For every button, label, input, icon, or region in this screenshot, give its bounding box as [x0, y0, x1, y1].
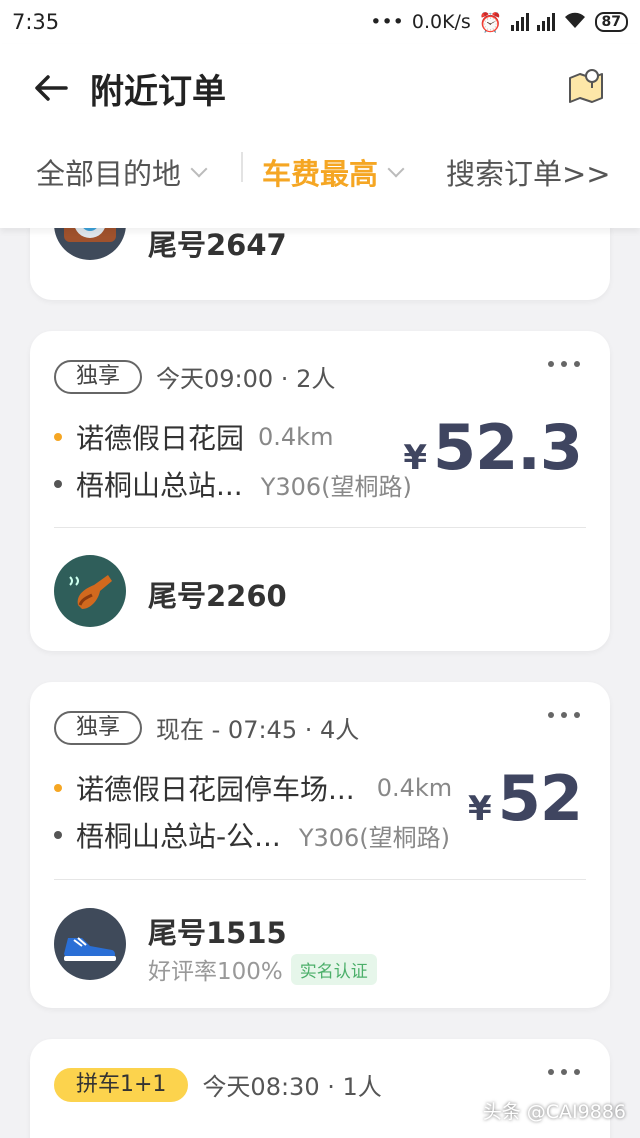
filter-divider [241, 152, 243, 182]
dropoff-sub: Y306(望桐路) [260, 472, 412, 501]
order-card[interactable]: 独享 今天09:00 · 2人 诺德假日花园 0.4km 梧桐山总站... Y3… [30, 331, 610, 651]
order-price: ¥ 52.3 [403, 411, 583, 484]
signal-icon [510, 13, 529, 31]
dropoff-dot-icon [54, 831, 62, 839]
dropoff-location: 梧桐山总站-公... Y306(望桐路) [54, 815, 450, 855]
order-user-id: 尾号1515 [148, 916, 287, 950]
currency-symbol: ¥ [403, 438, 428, 478]
order-time: 今天09:00 · 2人 [156, 365, 336, 393]
back-arrow-icon[interactable] [30, 66, 74, 110]
pipe-avatar-icon [54, 555, 126, 627]
card-divider [54, 879, 586, 880]
pickup-dot-icon [54, 433, 62, 441]
order-meta: 独享 现在 - 07:45 · 4人 [54, 710, 359, 745]
sort-filter[interactable]: 车费最高 [262, 151, 405, 193]
status-bar: 7:35 ••• 0.0K/s ⏰ 87 [0, 0, 640, 44]
order-user-id: 尾号2647 [148, 228, 287, 262]
dropoff-location: 梧桐山总站... Y306(望桐路) [54, 464, 412, 504]
dropoff-sub: Y306(望桐路) [298, 823, 451, 852]
user-rating: 好评率100% 实名认证 [148, 952, 377, 986]
verified-badge: 实名认证 [290, 953, 377, 985]
price-amount: 52.3 [433, 411, 583, 484]
chevron-down-icon [190, 160, 208, 178]
order-meta: 拼车1+1 今天08:30 · 1人 [54, 1067, 382, 1102]
map-location-icon[interactable] [566, 66, 606, 106]
order-type-tag: 独享 [54, 359, 143, 394]
wifi-icon [563, 11, 587, 34]
more-options-icon[interactable] [548, 1069, 580, 1083]
app-header: 附近订单 全部目的地 车费最高 搜索订单>> [0, 44, 640, 228]
pickup-location: 诺德假日花园 0.4km [54, 417, 333, 457]
price-amount: 52 [497, 762, 583, 835]
destination-filter-label: 全部目的地 [36, 157, 182, 191]
more-options-icon[interactable] [548, 712, 580, 726]
order-time: 今天08:30 · 1人 [202, 1073, 382, 1101]
dropoff-dot-icon [54, 480, 62, 488]
order-meta: 独享 今天09:00 · 2人 [54, 359, 335, 394]
order-card[interactable]: 独享 现在 - 07:45 · 4人 诺德假日花园停车场... 0.4km 梧桐… [30, 682, 610, 1008]
more-dots-icon: ••• [370, 11, 404, 33]
status-time: 7:35 [12, 10, 60, 34]
chevron-down-icon [387, 160, 405, 178]
order-type-tag: 独享 [54, 710, 143, 745]
alarm-icon: ⏰ [478, 11, 503, 34]
order-user-id: 尾号2260 [148, 579, 287, 613]
rating-text: 好评率100% [148, 959, 283, 985]
currency-symbol: ¥ [468, 789, 492, 829]
more-options-icon[interactable] [548, 361, 580, 375]
battery-icon: 87 [594, 12, 628, 32]
search-orders-label: 搜索订单>> [446, 157, 611, 191]
pickup-distance: 0.4km [376, 774, 453, 802]
dropoff-name: 梧桐山总站... [76, 469, 243, 502]
search-orders-link[interactable]: 搜索订单>> [446, 151, 611, 193]
card-divider [54, 527, 586, 528]
dropoff-name: 梧桐山总站-公... [76, 820, 281, 853]
order-price: ¥ 52 [468, 762, 583, 835]
sort-filter-label: 车费最高 [262, 157, 379, 191]
destination-filter[interactable]: 全部目的地 [36, 151, 208, 193]
sneaker-avatar-icon [54, 908, 126, 980]
watermark: 头条 @CAI9886 [482, 1101, 626, 1123]
network-speed: 0.0K/s [411, 11, 471, 33]
pickup-name: 诺德假日花园 [76, 422, 245, 455]
signal-icon-2 [536, 13, 555, 31]
status-icons: ••• 0.0K/s ⏰ 87 [370, 11, 628, 34]
pickup-location: 诺德假日花园停车场... 0.4km [54, 768, 452, 808]
pickup-distance: 0.4km [258, 423, 334, 451]
pickup-dot-icon [54, 784, 62, 792]
order-type-tag: 拼车1+1 [54, 1067, 189, 1102]
page-title: 附近订单 [90, 72, 226, 112]
filter-bar: 全部目的地 车费最高 搜索订单>> [0, 144, 640, 200]
order-time: 现在 - 07:45 · 4人 [156, 716, 360, 744]
pickup-name: 诺德假日花园停车场... [76, 773, 355, 806]
